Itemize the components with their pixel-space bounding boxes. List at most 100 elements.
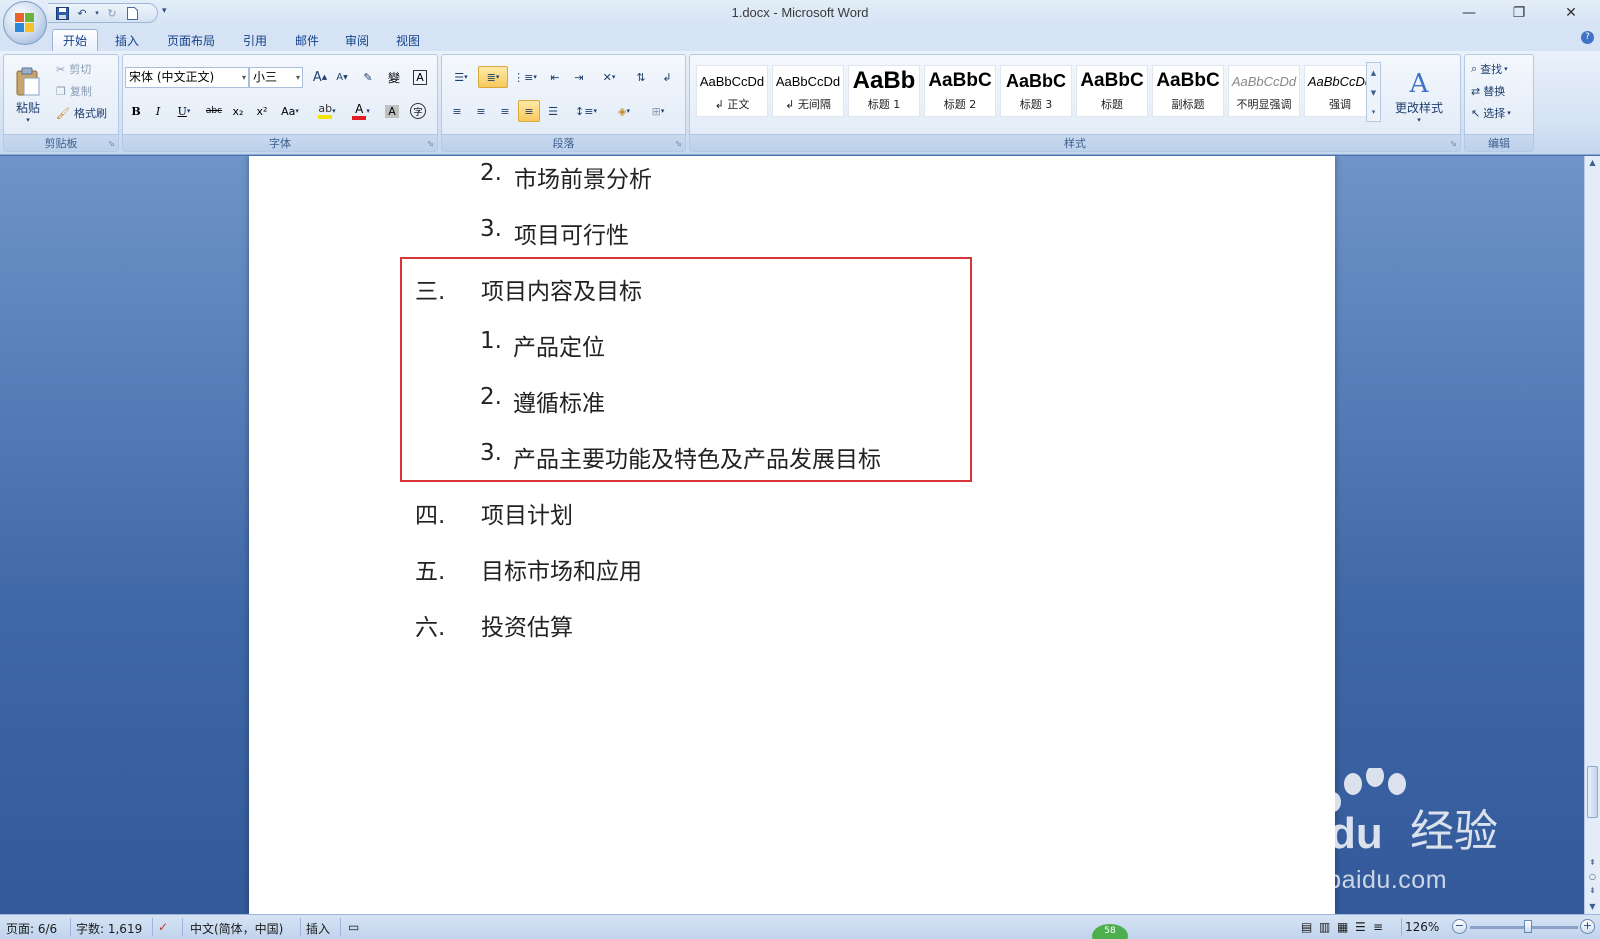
styles-gallery-scroll[interactable]: ▲ ▼ ▾ xyxy=(1366,62,1381,122)
chevron-up-icon[interactable]: ▲ xyxy=(1367,63,1380,83)
style-subtle-emphasis[interactable]: AaBbCcDd 不明显强调 xyxy=(1228,65,1300,117)
bullets-button[interactable]: ☰ ▾ xyxy=(446,66,476,88)
change-styles-button[interactable]: A 更改样式 ▾ xyxy=(1384,61,1454,131)
language-indicator[interactable]: 中文(简体，中国) xyxy=(190,920,283,937)
enclose-characters-icon: 字 xyxy=(410,103,426,119)
superscript-button[interactable]: x² xyxy=(251,100,273,122)
dialog-launcher-icon[interactable]: ⬂ xyxy=(1450,139,1457,148)
show-marks-button[interactable]: ↲ xyxy=(656,66,678,88)
help-icon[interactable]: ? xyxy=(1581,31,1594,44)
grow-font-icon: A xyxy=(312,69,322,85)
vertical-scrollbar[interactable]: ▲ ⇞ ○ ⇟ ▼ xyxy=(1584,156,1600,914)
select-browse-object-icon[interactable]: ○ xyxy=(1585,870,1600,884)
multilevel-list-button[interactable]: ⋮≡ ▾ xyxy=(510,66,540,88)
list-item[interactable]: 市场前景分析 xyxy=(514,160,652,194)
outline-view-icon[interactable]: ☰ xyxy=(1355,920,1366,934)
clear-formatting-button[interactable]: ✎ xyxy=(357,66,379,88)
style-no-spacing[interactable]: AaBbCcDd ↲ 无间隔 xyxy=(772,65,844,117)
word-count[interactable]: 字数: 1,619 xyxy=(76,920,142,937)
align-center-button[interactable]: ≡ xyxy=(470,100,492,122)
change-case-button[interactable]: Aa ▾ xyxy=(275,100,305,122)
insert-mode-indicator[interactable]: 插入 xyxy=(306,920,330,937)
style-subtitle[interactable]: AaBbC 副标题 xyxy=(1152,65,1224,117)
underline-button[interactable]: U ▾ xyxy=(169,100,199,122)
print-layout-view-icon[interactable]: ▤ xyxy=(1301,920,1312,934)
phonetic-guide-button[interactable]: 變 xyxy=(383,66,405,88)
copy-button[interactable]: ❐ 复制 xyxy=(56,81,92,101)
tab-references[interactable]: 引用 xyxy=(234,29,276,51)
heading-item[interactable]: 项目计划 xyxy=(481,496,573,530)
font-color-button[interactable]: A ▾ xyxy=(345,100,377,122)
distributed-button[interactable]: ☰ xyxy=(542,100,564,122)
style-heading-3[interactable]: AaBbC 标题 3 xyxy=(1000,65,1072,117)
next-page-icon[interactable]: ⇟ xyxy=(1585,884,1600,898)
dialog-launcher-icon[interactable]: ⬂ xyxy=(108,139,115,148)
bold-button[interactable]: B xyxy=(125,100,147,122)
zoom-level[interactable]: 126% xyxy=(1405,920,1439,934)
previous-page-icon[interactable]: ⇞ xyxy=(1585,856,1600,870)
zoom-slider-thumb[interactable] xyxy=(1524,920,1532,933)
zoom-in-icon[interactable]: + xyxy=(1580,919,1595,934)
enclose-characters-button[interactable]: 字 xyxy=(407,100,429,122)
tab-review[interactable]: 审阅 xyxy=(336,29,378,51)
align-right-button[interactable]: ≡ xyxy=(494,100,516,122)
character-shading-button[interactable]: A xyxy=(381,100,403,122)
font-name-combobox[interactable]: 宋体 (中文正文) ▾ xyxy=(125,67,249,88)
replace-button[interactable]: ⇄ 替换 xyxy=(1471,81,1505,101)
shrink-font-button[interactable]: A ▼ xyxy=(331,66,353,88)
align-left-button[interactable]: ≡ xyxy=(446,100,468,122)
heading-item[interactable]: 目标市场和应用 xyxy=(481,552,642,586)
tab-page-layout[interactable]: 页面布局 xyxy=(158,29,224,51)
macro-record-icon[interactable]: ▭ xyxy=(348,920,359,934)
scroll-down-icon[interactable]: ▼ xyxy=(1585,900,1600,914)
close-button[interactable]: ✕ xyxy=(1548,0,1594,26)
shading-button[interactable]: ◈ ▾ xyxy=(608,100,640,122)
select-button[interactable]: ↖ 选择 ▾ xyxy=(1471,103,1511,123)
style-heading-2[interactable]: AaBbC 标题 2 xyxy=(924,65,996,117)
justify-button[interactable]: ≡ xyxy=(518,100,540,122)
restore-button[interactable]: ❐ xyxy=(1496,0,1542,26)
web-layout-icon[interactable]: ▦ xyxy=(1337,920,1348,934)
find-button[interactable]: ⌕ 查找 ▾ xyxy=(1471,59,1508,79)
highlight-button[interactable]: ab ▾ xyxy=(311,100,343,122)
sort-button[interactable]: ⇅ xyxy=(630,66,652,88)
subscript-button[interactable]: x₂ xyxy=(227,100,249,122)
tab-home[interactable]: 开始 xyxy=(52,29,98,51)
full-screen-reading-icon[interactable]: ▥ xyxy=(1319,920,1330,934)
cut-button[interactable]: ✂ 剪切 xyxy=(56,59,91,79)
style-heading-1[interactable]: AaBb 标题 1 xyxy=(848,65,920,117)
proofing-icon[interactable]: ✓ xyxy=(158,920,168,934)
draft-view-icon[interactable]: ≡ xyxy=(1373,920,1383,934)
increase-indent-button[interactable]: ⇥ xyxy=(568,66,590,88)
office-button[interactable] xyxy=(3,1,47,45)
scroll-up-icon[interactable]: ▲ xyxy=(1585,156,1600,170)
more-icon[interactable]: ▾ xyxy=(1367,103,1380,121)
baidu-jingyan-watermark-logo: Bai du 经验 xyxy=(1225,768,1498,858)
numbering-button[interactable]: ≣ ▾ xyxy=(478,66,508,88)
format-painter-button[interactable]: 🖌 格式刷 xyxy=(56,103,107,123)
chinese-layout-button[interactable]: ✕ ▾ xyxy=(594,66,624,88)
character-border-button[interactable]: A xyxy=(409,66,431,88)
paste-button[interactable]: 粘贴 ▾ xyxy=(10,60,46,130)
dialog-launcher-icon[interactable]: ⬂ xyxy=(675,139,682,148)
heading-item[interactable]: 投资估算 xyxy=(481,608,573,642)
decrease-indent-button[interactable]: ⇤ xyxy=(544,66,566,88)
list-item[interactable]: 项目可行性 xyxy=(514,216,629,250)
tab-insert[interactable]: 插入 xyxy=(106,29,148,51)
style-title[interactable]: AaBbC 标题 xyxy=(1076,65,1148,117)
dialog-launcher-icon[interactable]: ⬂ xyxy=(427,139,434,148)
page-indicator[interactable]: 页面: 6/6 xyxy=(6,920,57,937)
style-normal[interactable]: AaBbCcDd ↲ 正文 xyxy=(696,65,768,117)
italic-button[interactable]: I xyxy=(147,100,169,122)
font-size-combobox[interactable]: 小三 ▾ xyxy=(249,67,303,88)
borders-button[interactable]: ⊞ ▾ xyxy=(642,100,674,122)
zoom-out-icon[interactable]: − xyxy=(1452,919,1467,934)
tab-view[interactable]: 视图 xyxy=(387,29,429,51)
scrollbar-thumb[interactable] xyxy=(1587,766,1598,818)
strikethrough-button[interactable]: abc xyxy=(203,100,225,122)
tab-mailings[interactable]: 邮件 xyxy=(286,29,328,51)
line-spacing-button[interactable]: ↕≡ ▾ xyxy=(570,100,602,122)
grow-font-button[interactable]: A ▲ xyxy=(309,66,331,88)
minimize-button[interactable]: — xyxy=(1446,0,1492,26)
chevron-down-icon[interactable]: ▼ xyxy=(1367,83,1380,103)
